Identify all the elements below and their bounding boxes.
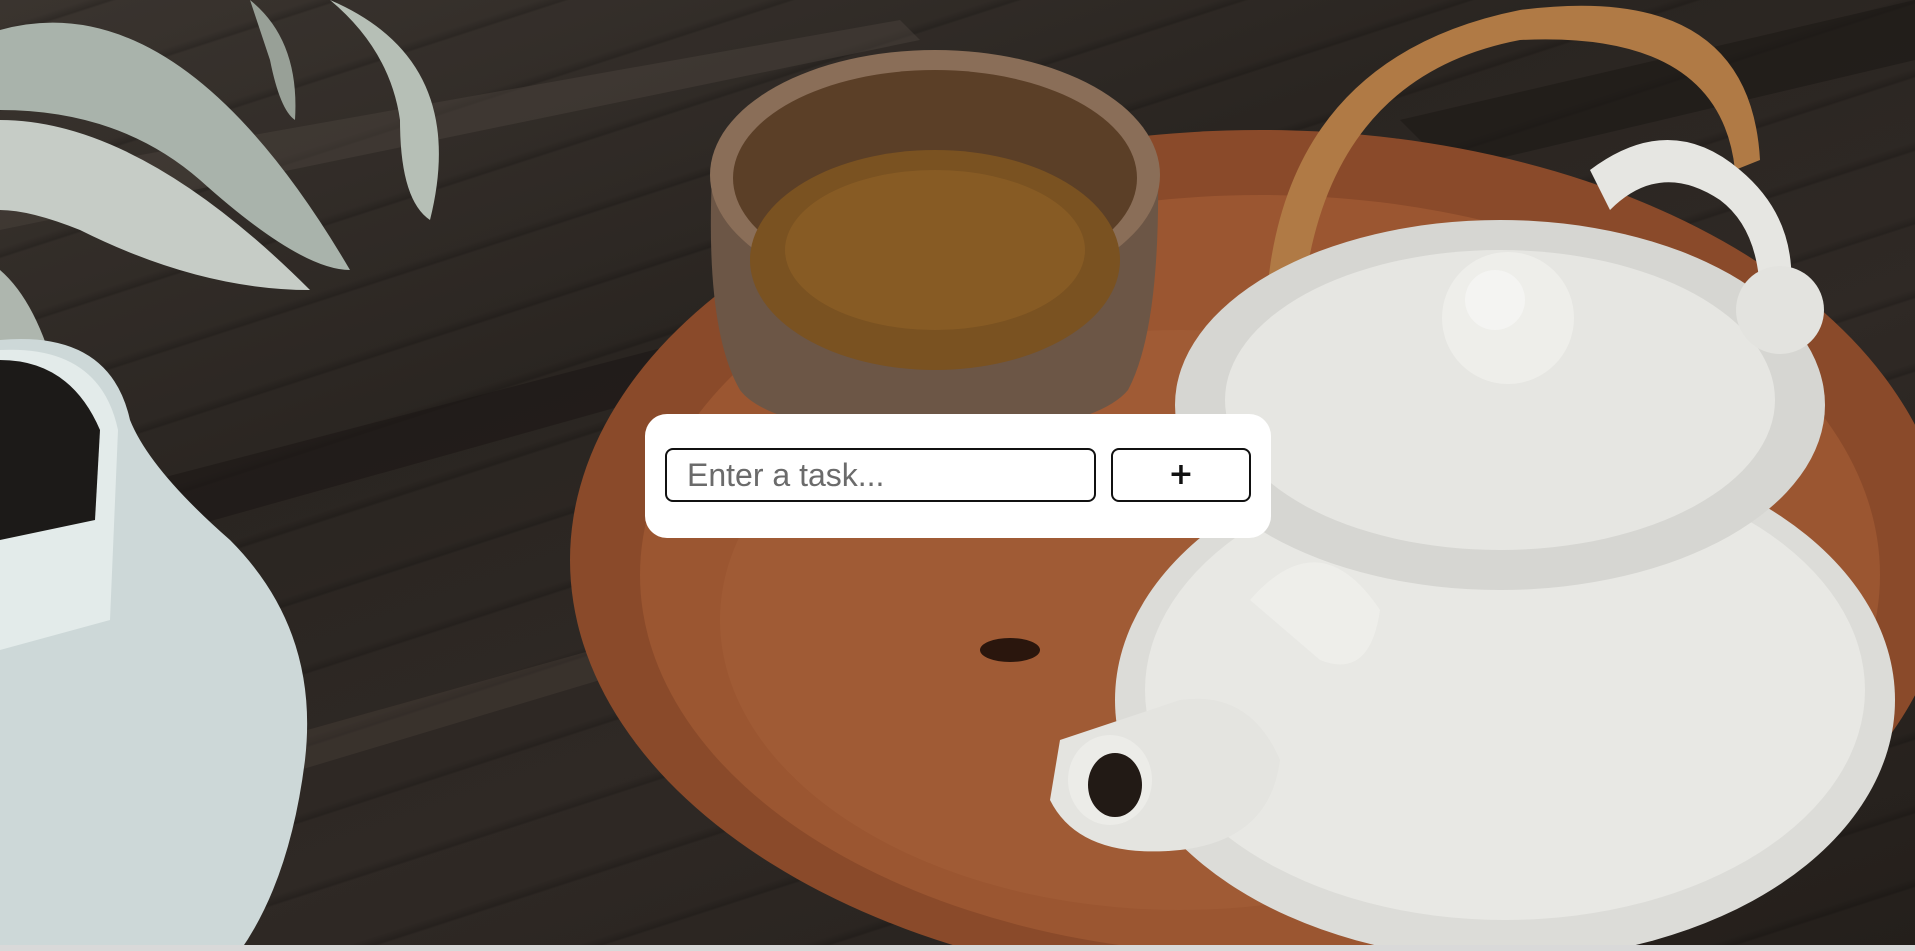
window-bottom-edge bbox=[0, 945, 1915, 951]
add-task-button[interactable]: + bbox=[1111, 448, 1251, 502]
task-entry-card: + bbox=[645, 414, 1271, 538]
task-input[interactable] bbox=[665, 448, 1096, 502]
